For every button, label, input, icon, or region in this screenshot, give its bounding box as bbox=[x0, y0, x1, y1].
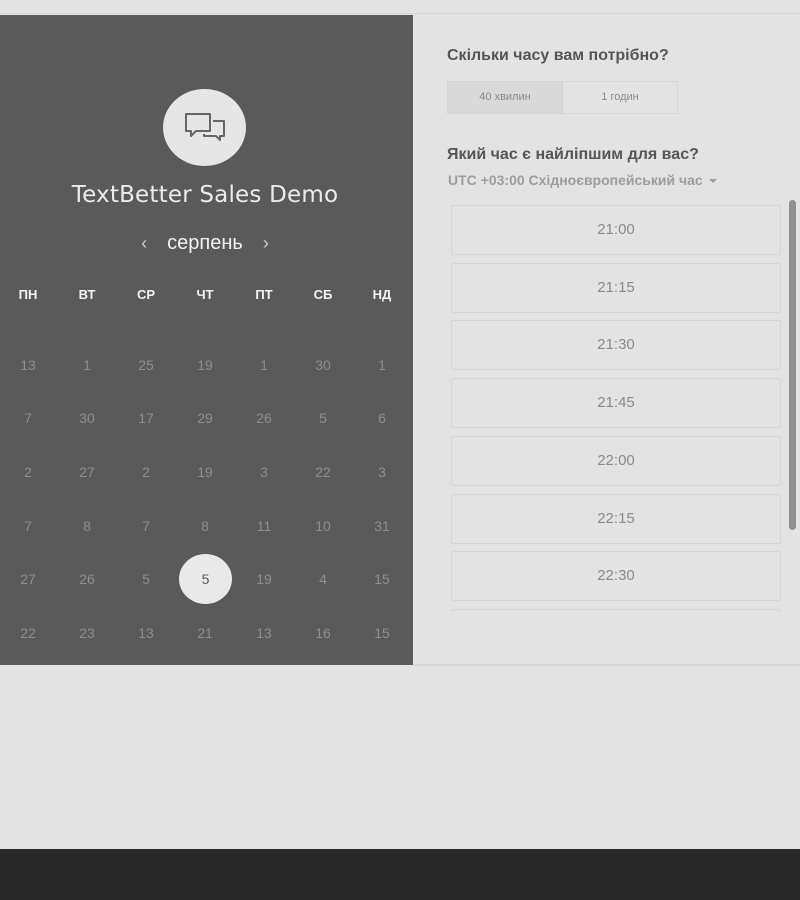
calendar-day[interactable]: 4 bbox=[303, 568, 343, 590]
timezone-label: UTC +03:00 Східноєвропейський час bbox=[448, 172, 703, 188]
scrollbar[interactable] bbox=[789, 200, 796, 530]
duration-option-40min[interactable]: 40 хвилин bbox=[448, 82, 563, 113]
calendar-day[interactable]: 11 bbox=[244, 515, 284, 537]
calendar-day[interactable]: 5 bbox=[126, 568, 166, 590]
calendar-day[interactable]: 25 bbox=[126, 354, 166, 376]
duration-question: Скільки часу вам потрібно? bbox=[447, 47, 669, 64]
time-slot-button[interactable]: 22:15 bbox=[451, 493, 781, 544]
calendar-day[interactable]: 3 bbox=[244, 461, 284, 483]
calendar-day[interactable]: 8 bbox=[67, 515, 107, 537]
calendar-grid: 13 1 25 19 1 30 1 7 30 17 29 26 5 6 2 27 2 19 3 22 3 7 8 7 8 11 10… bbox=[0, 15, 413, 665]
calendar-day[interactable]: 31 bbox=[362, 515, 402, 537]
calendar-day[interactable]: 13 bbox=[8, 354, 48, 376]
calendar-day[interactable]: 6 bbox=[362, 407, 402, 429]
time-slot-list: 21:00 21:15 21:30 21:45 22:00 22:15 22:30 bbox=[451, 204, 781, 612]
calendar-day[interactable]: 27 bbox=[8, 568, 48, 590]
calendar-day-selected[interactable]: 5 bbox=[179, 554, 232, 604]
calendar-day[interactable]: 22 bbox=[303, 461, 343, 483]
calendar-day[interactable]: 5 bbox=[303, 407, 343, 429]
duration-option-1hour[interactable]: 1 годин bbox=[563, 82, 677, 113]
duration-selector: 40 хвилин 1 годин bbox=[447, 81, 678, 114]
calendar-day[interactable]: 2 bbox=[126, 461, 166, 483]
top-divider bbox=[0, 13, 800, 14]
calendar-day[interactable]: 1 bbox=[244, 354, 284, 376]
time-slot-button[interactable]: 22:00 bbox=[451, 435, 781, 486]
calendar-day[interactable]: 7 bbox=[126, 515, 166, 537]
time-question: Який час є найліпшим для вас? bbox=[447, 146, 699, 163]
calendar-day[interactable]: 15 bbox=[362, 622, 402, 644]
timezone-dropdown[interactable]: UTC +03:00 Східноєвропейський час bbox=[448, 172, 717, 188]
calendar-day[interactable]: 30 bbox=[303, 354, 343, 376]
time-slot-button[interactable]: 22:30 bbox=[451, 551, 781, 602]
calendar-day[interactable]: 13 bbox=[244, 622, 284, 644]
time-slot-button[interactable]: 21:45 bbox=[451, 378, 781, 429]
calendar-panel: TextBetter Sales Demo ‹ серпень › ПН ВТ … bbox=[0, 15, 413, 665]
calendar-day[interactable]: 1 bbox=[67, 354, 107, 376]
calendar-day[interactable]: 26 bbox=[67, 568, 107, 590]
calendar-day[interactable]: 3 bbox=[362, 461, 402, 483]
caret-down-icon bbox=[708, 179, 717, 183]
footer-bar bbox=[0, 849, 800, 900]
calendar-day[interactable]: 26 bbox=[244, 407, 284, 429]
calendar-day[interactable]: 8 bbox=[185, 515, 225, 537]
calendar-day[interactable]: 7 bbox=[8, 515, 48, 537]
calendar-day[interactable]: 19 bbox=[185, 354, 225, 376]
calendar-day[interactable]: 27 bbox=[67, 461, 107, 483]
calendar-day[interactable]: 1 bbox=[362, 354, 402, 376]
calendar-day[interactable]: 30 bbox=[67, 407, 107, 429]
scheduling-page: TextBetter Sales Demo ‹ серпень › ПН ВТ … bbox=[0, 0, 800, 900]
calendar-day[interactable]: 19 bbox=[244, 568, 284, 590]
calendar-day[interactable]: 16 bbox=[303, 622, 343, 644]
calendar-day[interactable]: 19 bbox=[185, 461, 225, 483]
calendar-day[interactable]: 10 bbox=[303, 515, 343, 537]
calendar-day[interactable]: 21 bbox=[185, 622, 225, 644]
calendar-day[interactable]: 2 bbox=[8, 461, 48, 483]
calendar-day[interactable]: 13 bbox=[126, 622, 166, 644]
calendar-day[interactable]: 23 bbox=[67, 622, 107, 644]
calendar-day[interactable]: 22 bbox=[8, 622, 48, 644]
calendar-day[interactable]: 29 bbox=[185, 407, 225, 429]
calendar-day[interactable]: 15 bbox=[362, 568, 402, 590]
calendar-day[interactable]: 17 bbox=[126, 407, 166, 429]
time-slot-button[interactable] bbox=[451, 608, 781, 612]
time-slot-button[interactable]: 21:15 bbox=[451, 262, 781, 313]
bottom-divider bbox=[413, 664, 800, 666]
time-slot-button[interactable]: 21:00 bbox=[451, 205, 781, 255]
calendar-day[interactable]: 7 bbox=[8, 407, 48, 429]
time-slot-button[interactable]: 21:30 bbox=[451, 320, 781, 371]
